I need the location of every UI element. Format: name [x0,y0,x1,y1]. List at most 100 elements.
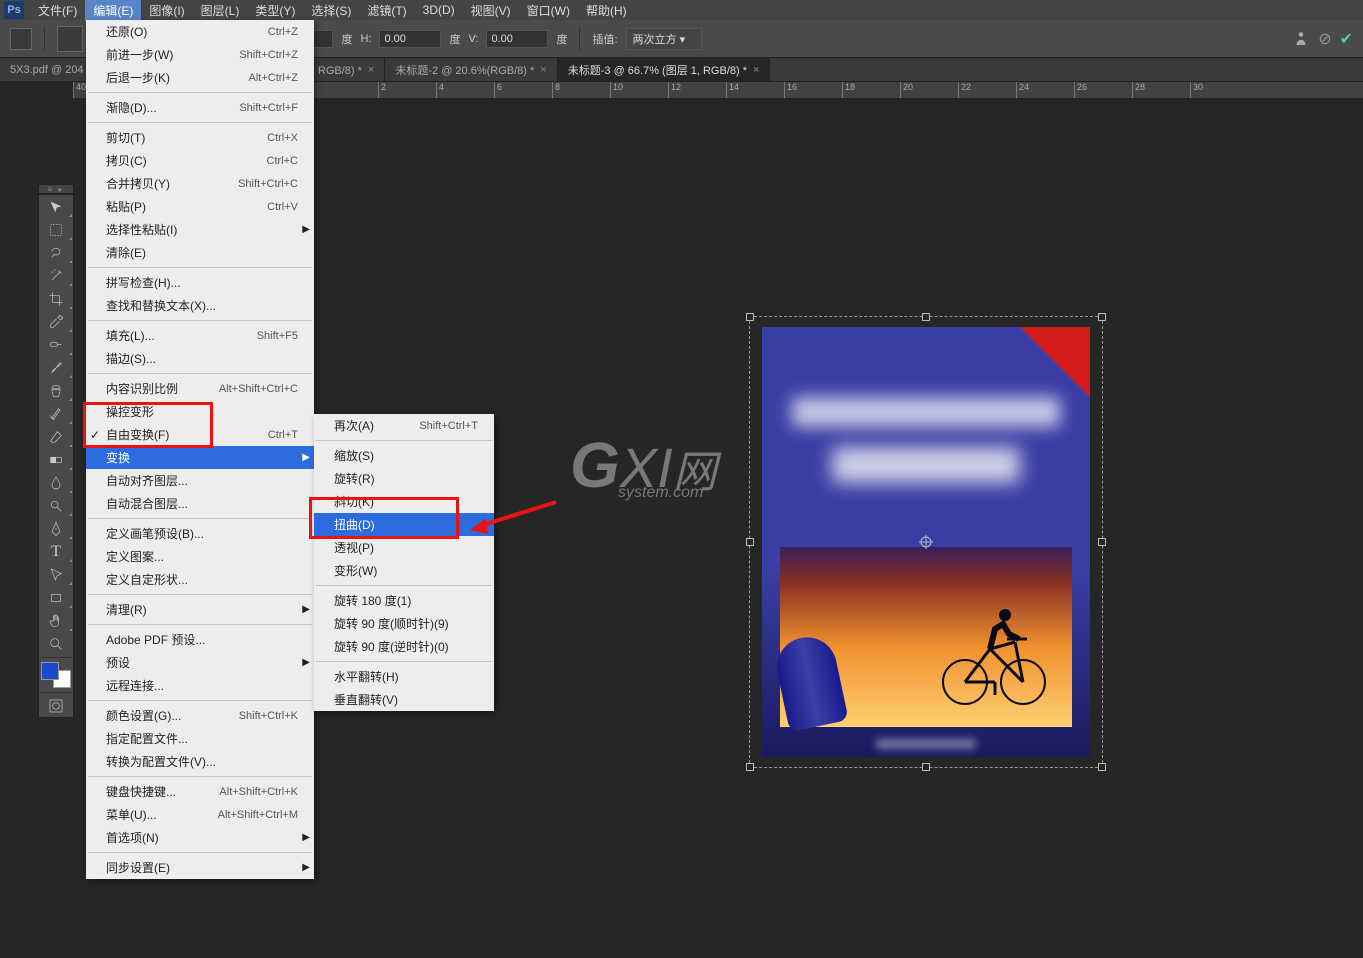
menu-item[interactable]: 前进一步(W)Shift+Ctrl+Z [86,43,314,66]
menu-item[interactable]: 转换为配置文件(V)... [86,750,314,773]
handle-mid-right[interactable] [1098,538,1106,546]
handle-mid-left[interactable] [746,538,754,546]
menu-item[interactable]: 同步设置(E)▶ [86,856,314,879]
lasso-tool[interactable] [39,241,73,264]
menu-edit[interactable]: 编辑(E) [85,0,141,21]
menu-item[interactable]: 旋转 180 度(1) [314,589,494,612]
menu-item[interactable]: 缩放(S) [314,444,494,467]
handle-top-left[interactable] [746,313,754,321]
pen-tool[interactable] [39,517,73,540]
close-icon[interactable]: × [368,64,374,76]
move-tool[interactable] [39,195,73,218]
menu-item[interactable]: Adobe PDF 预设... [86,628,314,651]
warp-person-icon[interactable] [1292,30,1310,48]
document-tab[interactable]: 5X3.pdf @ 204 [0,58,95,81]
eyedropper-tool[interactable] [39,310,73,333]
menu-item[interactable]: 扭曲(D) [314,513,494,536]
hand-tool[interactable] [39,609,73,632]
menu-item[interactable]: 选择性粘贴(I)▶ [86,218,314,241]
healing-brush-tool[interactable] [39,333,73,356]
eraser-tool[interactable] [39,425,73,448]
menu-item[interactable]: 再次(A)Shift+Ctrl+T [314,414,494,437]
menu-item[interactable]: 首选项(N)▶ [86,826,314,849]
handle-bottom-center[interactable] [922,763,930,771]
dodge-tool[interactable] [39,494,73,517]
menu-item[interactable]: 旋转 90 度(逆时针)(0) [314,635,494,658]
menu-select[interactable]: 选择(S) [303,0,359,21]
menu-item[interactable]: 水平翻转(H) [314,665,494,688]
commit-transform-icon[interactable]: ✔ [1340,29,1353,49]
clone-stamp-tool[interactable] [39,379,73,402]
menu-item[interactable]: 渐隐(D)...Shift+Ctrl+F [86,96,314,119]
history-brush-tool[interactable] [39,402,73,425]
marquee-tool[interactable] [39,218,73,241]
menu-item[interactable]: 定义自定形状... [86,568,314,591]
quick-mask-toggle[interactable] [39,695,73,717]
h-skew-field[interactable] [379,30,441,48]
tool-preset-icon[interactable] [10,28,32,50]
menu-item[interactable]: 远程连接... [86,674,314,697]
color-swatches[interactable] [41,662,71,688]
menu-item[interactable]: 内容识别比例Alt+Shift+Ctrl+C [86,377,314,400]
blur-tool[interactable] [39,471,73,494]
v-skew-field[interactable] [486,30,548,48]
menu-layer[interactable]: 图层(L) [193,0,248,21]
cancel-transform-icon[interactable]: ⊘ [1318,29,1331,49]
menu-image[interactable]: 图像(I) [141,0,192,21]
gradient-tool[interactable] [39,448,73,471]
zoom-tool[interactable] [39,632,73,655]
handle-top-center[interactable] [922,313,930,321]
menu-item[interactable]: 定义图案... [86,545,314,568]
menu-item[interactable]: 旋转(R) [314,467,494,490]
menu-file[interactable]: 文件(F) [30,0,85,21]
menu-item[interactable]: 旋转 90 度(顺时针)(9) [314,612,494,635]
menu-filter[interactable]: 滤镜(T) [359,0,414,21]
menu-item[interactable]: 颜色设置(G)...Shift+Ctrl+K [86,704,314,727]
menu-3d[interactable]: 3D(D) [415,1,463,19]
toolbox-grip[interactable]: ≡ ▸ [38,184,74,194]
interp-select[interactable]: 两次立方 ▾ [626,28,703,50]
document-tab[interactable]: 未标题-3 @ 66.7% (图层 1, RGB/8) *× [558,58,771,81]
handle-bottom-left[interactable] [746,763,754,771]
menu-item[interactable]: 清理(R)▶ [86,598,314,621]
menu-item[interactable]: 填充(L)...Shift+F5 [86,324,314,347]
menu-item[interactable]: 合并拷贝(Y)Shift+Ctrl+C [86,172,314,195]
path-selection-tool[interactable] [39,563,73,586]
menu-item[interactable]: 粘贴(P)Ctrl+V [86,195,314,218]
handle-bottom-right[interactable] [1098,763,1106,771]
menu-item[interactable]: 键盘快捷键...Alt+Shift+Ctrl+K [86,780,314,803]
menu-item[interactable]: 预设▶ [86,651,314,674]
menu-item[interactable]: 垂直翻转(V) [314,688,494,711]
menu-item[interactable]: 操控变形 [86,400,314,423]
menu-type[interactable]: 类型(Y) [247,0,303,21]
close-icon[interactable]: × [753,64,759,76]
menu-item[interactable]: 剪切(T)Ctrl+X [86,126,314,149]
crop-tool[interactable] [39,287,73,310]
foreground-color[interactable] [41,662,59,680]
menu-item[interactable]: 拷贝(C)Ctrl+C [86,149,314,172]
menu-item[interactable]: 后退一步(K)Alt+Ctrl+Z [86,66,314,89]
rectangle-tool[interactable] [39,586,73,609]
menu-item[interactable]: 自动混合图层... [86,492,314,515]
menu-item[interactable]: 指定配置文件... [86,727,314,750]
menu-item[interactable]: 还原(O)Ctrl+Z [86,20,314,43]
menu-item[interactable]: 透视(P) [314,536,494,559]
canvas-image[interactable] [762,327,1090,757]
type-tool[interactable]: T [39,540,73,563]
menu-item[interactable]: 查找和替换文本(X)... [86,294,314,317]
menu-item[interactable]: 清除(E) [86,241,314,264]
brush-tool[interactable] [39,356,73,379]
menu-item[interactable]: 自动对齐图层... [86,469,314,492]
reference-point-icon[interactable] [57,26,83,52]
menu-item[interactable]: 描边(S)... [86,347,314,370]
menu-item[interactable]: 定义画笔预设(B)... [86,522,314,545]
menu-item[interactable]: ✓自由变换(F)Ctrl+T [86,423,314,446]
menu-item[interactable]: 变换▶ [86,446,314,469]
menu-item[interactable]: 拼写检查(H)... [86,271,314,294]
menu-item[interactable]: 菜单(U)...Alt+Shift+Ctrl+M [86,803,314,826]
document-tab[interactable]: 未标题-2 @ 20.6%(RGB/8) *× [385,58,557,81]
menu-help[interactable]: 帮助(H) [578,0,635,21]
magic-wand-tool[interactable] [39,264,73,287]
menu-item[interactable]: 斜切(K) [314,490,494,513]
menu-window[interactable]: 窗口(W) [519,0,578,21]
